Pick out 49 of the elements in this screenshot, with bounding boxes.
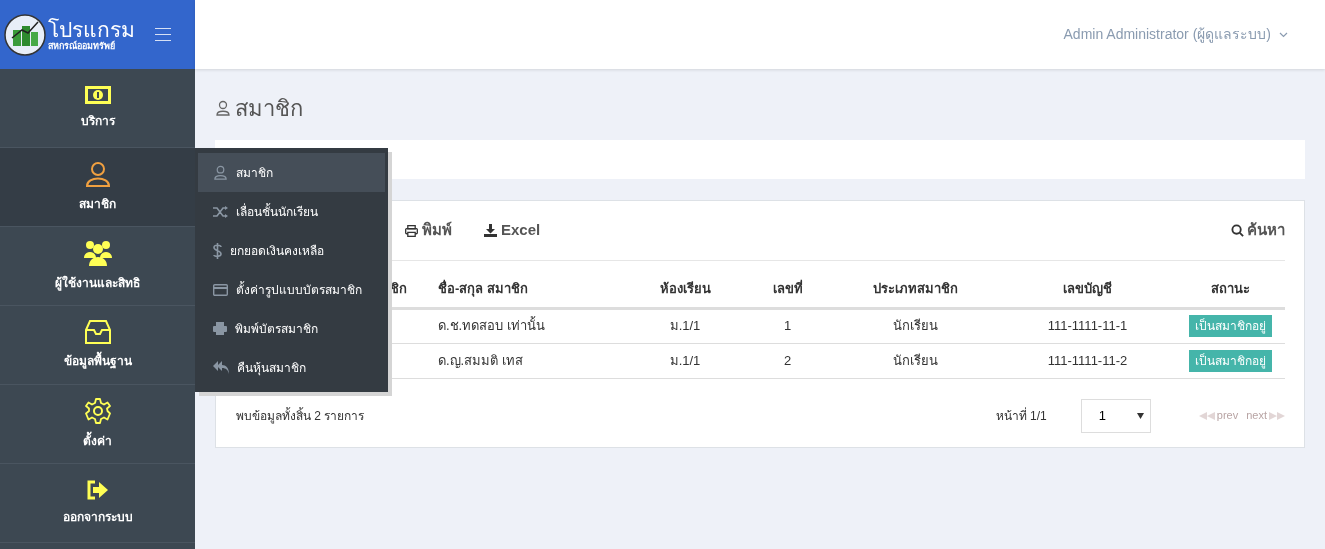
- table-cell: 111-1111-11-2: [1000, 343, 1175, 378]
- search-icon: [1231, 224, 1244, 237]
- search-button[interactable]: ค้นหา: [1231, 219, 1285, 242]
- column-header: ชื่อ-สกุล สมาชิก: [438, 280, 528, 296]
- brand-title: โปรแกรม: [48, 18, 135, 41]
- users-icon: [83, 240, 112, 266]
- chevron-down-icon: [1279, 31, 1288, 38]
- page-select[interactable]: 1: [1080, 398, 1151, 433]
- print-button[interactable]: พิมพ์: [405, 219, 452, 242]
- status-badge: เป็นสมาชิกอยู่: [1188, 315, 1272, 337]
- excel-button[interactable]: Excel: [484, 219, 541, 242]
- table-cell: นักเรียน: [830, 308, 1000, 343]
- submenu-item[interactable]: สมาชิก: [198, 153, 385, 192]
- user-icon: [215, 100, 231, 116]
- table-cell: 1: [745, 308, 830, 343]
- fast-forward-icon: [1269, 411, 1285, 420]
- table-cell: 111-1111-11-1: [1000, 308, 1175, 343]
- card-icon: [213, 283, 228, 296]
- gear-icon: [84, 398, 111, 424]
- table-cell: ม.1/1: [625, 308, 745, 343]
- caret-icon: [1136, 412, 1144, 419]
- rewind-icon: [1198, 411, 1215, 420]
- menu-icon[interactable]: [155, 28, 171, 41]
- column-header: ห้องเรียน: [659, 280, 711, 296]
- brand-subtitle: สหกรณ์ออมทรัพย์: [48, 42, 116, 51]
- page-title: สมาชิก: [235, 94, 303, 123]
- status-badge: เป็นสมาชิกอยู่: [1188, 349, 1272, 372]
- inbox-icon: [84, 320, 111, 344]
- logout-icon: [86, 480, 109, 500]
- column-header: เลขบัญชี: [1063, 280, 1112, 296]
- column-header: สถานะ: [1210, 280, 1250, 296]
- result-count: พบข้อมูลทั้งสิ้น 2 รายการ: [236, 406, 365, 425]
- dollar-icon: [213, 242, 222, 259]
- table-cell: นักเรียน: [830, 343, 1000, 378]
- reply-all-icon: [213, 361, 229, 374]
- table-cell: ด.ช.ทดสอบ เท่านั้น: [425, 308, 625, 343]
- table-cell: ด.ญ.สมมติ เทส: [425, 343, 625, 378]
- user-icon: [84, 161, 111, 187]
- table-cell: ม.1/1: [625, 343, 745, 378]
- user-icon: [213, 165, 228, 180]
- table-cell: 2: [745, 343, 830, 378]
- column-header: เลขที่: [772, 280, 803, 296]
- sidebar-item[interactable]: สมาชิก: [0, 148, 195, 227]
- logo-icon: [4, 13, 46, 56]
- shuffle-icon: [213, 205, 228, 218]
- column-header: ประเภทสมาชิก: [872, 280, 958, 296]
- download-icon: [484, 224, 497, 237]
- page-label: หน้าที่ 1/1: [995, 406, 1047, 425]
- banknote-icon: [84, 86, 111, 104]
